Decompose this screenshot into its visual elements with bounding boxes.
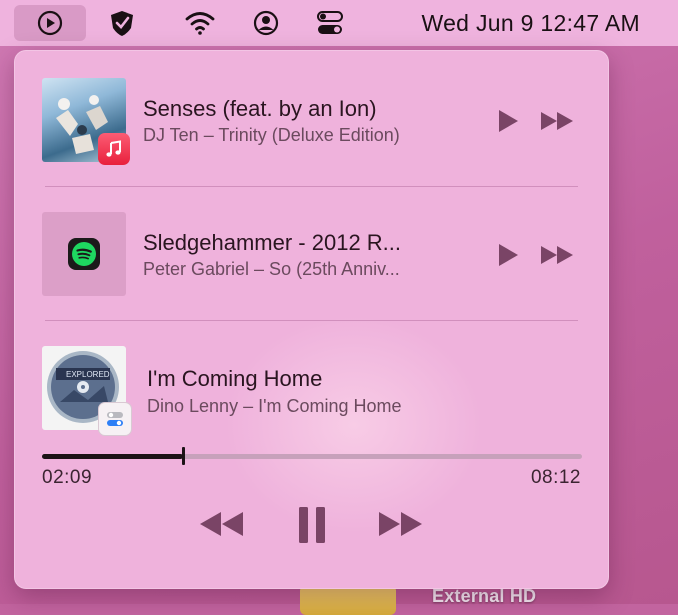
track-title: Sledgehammer - 2012 R...	[143, 230, 402, 255]
menubar-clock[interactable]: Wed Jun 9 12:47 AM	[422, 10, 641, 37]
now-playing-item-2[interactable]: Sledgehammer - 2012 R... Peter Gabriel –…	[42, 212, 582, 298]
control-center-icon	[98, 402, 132, 436]
shield-check-icon[interactable]	[104, 9, 140, 37]
external-drive-icon[interactable]	[300, 585, 396, 615]
track-title: I'm Coming Home	[147, 366, 323, 391]
progress-fill	[42, 454, 184, 459]
fast-forward-icon	[541, 112, 573, 130]
svg-text:EXPLORED: EXPLORED	[66, 370, 110, 379]
now-playing-menu-button[interactable]	[14, 5, 86, 41]
elapsed-time: 02:09	[42, 467, 93, 488]
track-subtitle: Peter Gabriel – So (25th Anniv...	[143, 259, 400, 279]
fast-forward-icon	[541, 246, 573, 264]
progress-handle[interactable]	[182, 447, 186, 465]
music-app-icon	[98, 133, 130, 165]
divider	[45, 320, 578, 321]
now-playing-panel: Senses (feat. by an Ion) DJ Ten – Trinit…	[14, 50, 609, 589]
album-art-placeholder	[42, 212, 126, 296]
control-center-icon[interactable]	[310, 9, 350, 37]
fast-forward-button[interactable]	[377, 506, 425, 542]
next-button[interactable]	[537, 240, 577, 270]
next-button[interactable]	[537, 106, 577, 136]
play-icon	[499, 244, 518, 266]
rewind-button[interactable]	[197, 506, 245, 542]
now-playing-item-1[interactable]: Senses (feat. by an Ion) DJ Ten – Trinit…	[42, 78, 582, 165]
play-icon	[499, 110, 518, 132]
now-playing-item-3[interactable]: EXPLORED I'm Coming Home Dino Lenny – I'…	[42, 346, 582, 436]
play-circle-icon	[37, 10, 63, 36]
menu-bar: Wed Jun 9 12:47 AM	[0, 0, 678, 46]
total-duration: 08:12	[530, 467, 581, 488]
spotify-icon	[68, 238, 100, 270]
rewind-icon	[200, 512, 243, 536]
pause-icon	[299, 507, 325, 543]
wifi-icon[interactable]	[180, 9, 220, 37]
divider	[45, 186, 578, 187]
fast-forward-icon	[379, 512, 422, 536]
track-title: Senses (feat. by an Ion)	[143, 96, 377, 121]
playback-progress-bar[interactable]	[42, 447, 582, 465]
track-subtitle: DJ Ten – Trinity (Deluxe Edition)	[143, 125, 400, 145]
pause-button[interactable]	[292, 504, 332, 546]
track-subtitle: Dino Lenny – I'm Coming Home	[147, 396, 402, 416]
play-button[interactable]	[493, 240, 523, 270]
play-button[interactable]	[493, 106, 523, 136]
user-account-icon[interactable]	[248, 9, 284, 37]
